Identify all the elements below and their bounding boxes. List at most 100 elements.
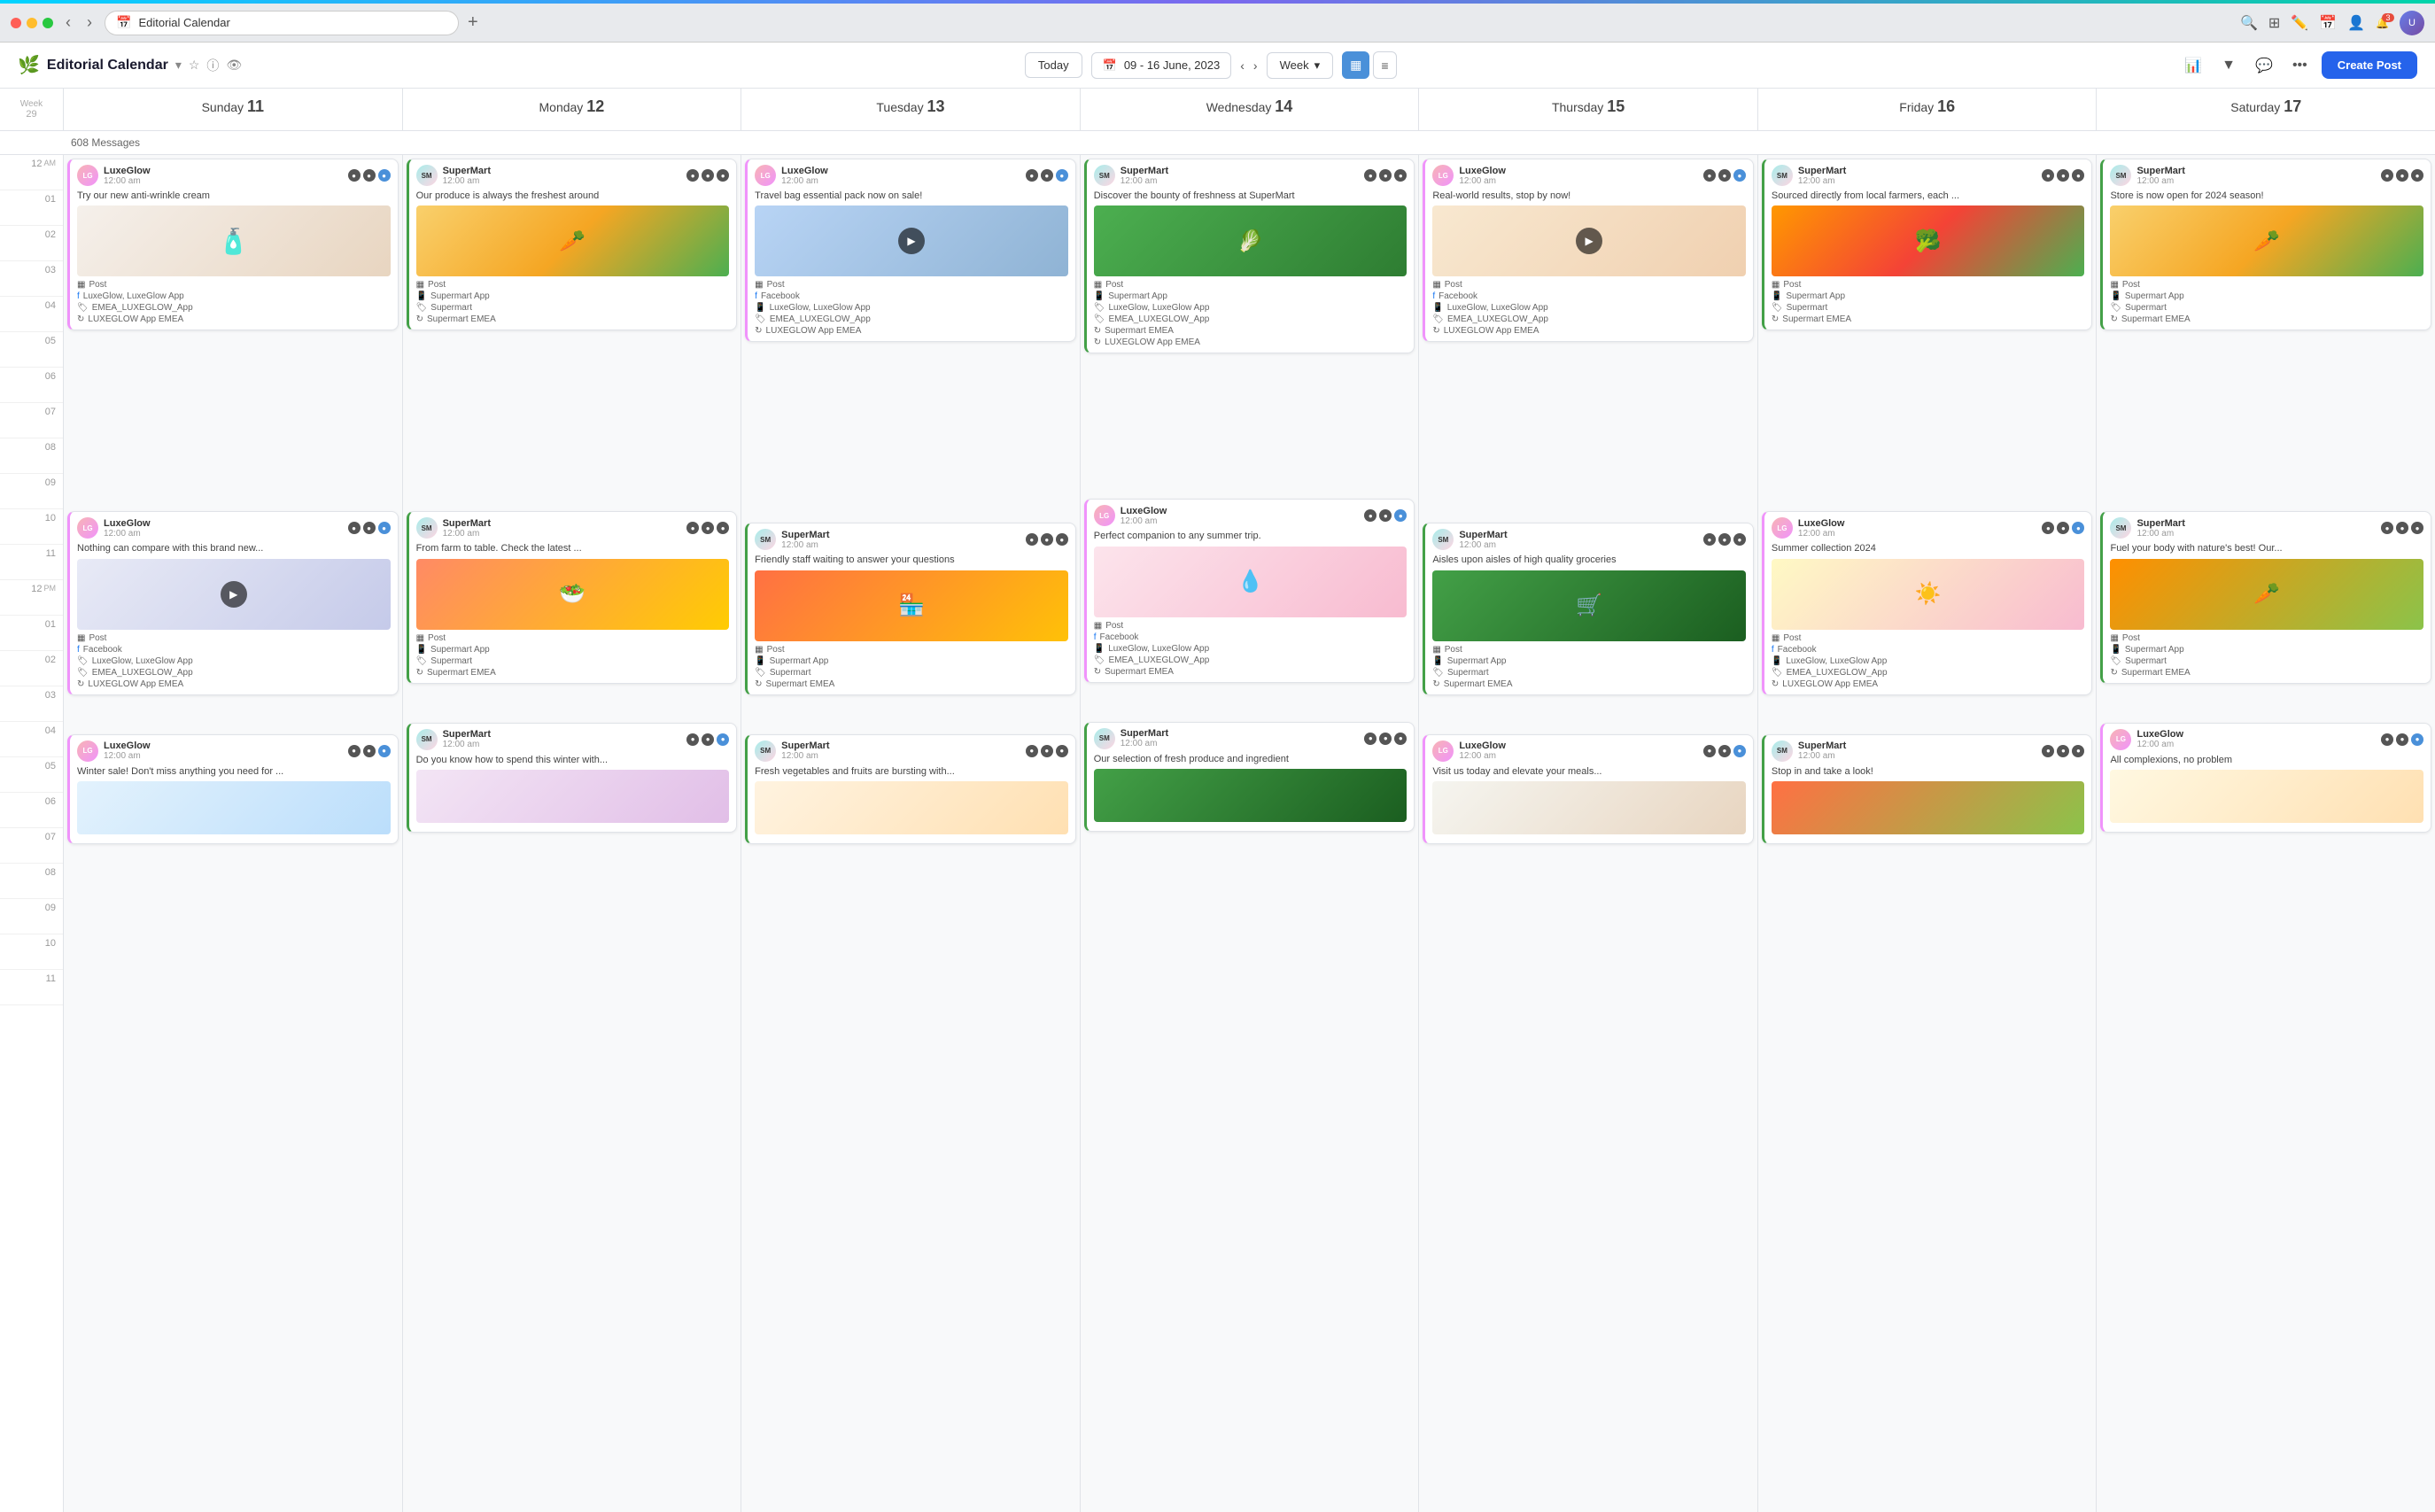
time-01am: 01 xyxy=(0,190,63,226)
new-tab-button[interactable]: + xyxy=(468,12,478,33)
brand-avatar: LG xyxy=(755,165,776,186)
browser-calendar-icon[interactable]: 📅 xyxy=(2319,14,2337,32)
maximize-dot[interactable] xyxy=(43,18,53,28)
filter-icon-button[interactable]: ▼ xyxy=(2216,52,2241,79)
brand-avatar: LG xyxy=(2110,729,2131,750)
day-header-friday: Friday 16 xyxy=(1758,89,2098,130)
browser-grid-icon[interactable]: ⊞ xyxy=(2268,14,2280,32)
today-button[interactable]: Today xyxy=(1025,52,1082,78)
post-action-icons: ● ● ● xyxy=(348,522,391,534)
tuesday-column: LG LuxeGlow 12:00 am ● ● ● Travel b xyxy=(741,155,1081,1512)
calendar-body[interactable]: 12 AM 01 02 03 04 05 06 07 08 09 10 11 1… xyxy=(0,155,2435,1512)
chart-icon-button[interactable]: 📊 xyxy=(2179,51,2207,80)
calendar-wrapper: Week 29 Sunday 11 Monday 12 Tuesday 13 W… xyxy=(0,89,2435,1512)
monday-column: SM SuperMart 12:00 am ● ● ● Our pro xyxy=(403,155,742,1512)
post-action-icons: ● ● ● xyxy=(1026,533,1068,546)
create-post-button[interactable]: Create Post xyxy=(2322,51,2417,79)
time-10pm: 10 xyxy=(0,934,63,970)
more-options-button[interactable]: ••• xyxy=(2287,52,2313,79)
post-meta: ▦ Post 📱 Supermart App 🏷 LuxeGlow, LuxeG… xyxy=(1094,280,1407,347)
post-meta: ▦ Post 📱 Supermart App 🏷 Supermart ↻ Sup… xyxy=(416,633,730,678)
post-card[interactable]: SM SuperMart 12:00 am ● ● ● Sourced xyxy=(1762,159,2093,330)
app-title: Editorial Calendar xyxy=(47,58,168,74)
post-card[interactable]: SM SuperMart 12:00 am ● ● ● Fuel yo xyxy=(2100,511,2431,683)
post-card[interactable]: LG LuxeGlow 12:00 am ● ● ● Perfect xyxy=(1084,499,1415,682)
post-action-icons: ● ● ● xyxy=(1703,169,1746,182)
brand-avatar: SM xyxy=(755,740,776,762)
post-card[interactable]: SM SuperMart 12:00 am ● ● ● Stop in xyxy=(1762,734,2093,844)
post-text: Fuel your body with nature's best! Our..… xyxy=(2110,542,2423,554)
prev-week-button[interactable]: ‹ xyxy=(1240,58,1245,73)
post-time: 12:00 am xyxy=(1798,751,1846,761)
post-image: 🥗 xyxy=(416,559,730,630)
friday-column: SM SuperMart 12:00 am ● ● ● Sourced xyxy=(1758,155,2098,1512)
post-card[interactable]: SM SuperMart 12:00 am ● ● ● Do you xyxy=(407,723,738,833)
post-card[interactable]: LG LuxeGlow 12:00 am ● ● ● Winter s xyxy=(67,734,399,844)
post-time: 12:00 am xyxy=(2136,740,2183,749)
day-header-thursday: Thursday 15 xyxy=(1419,89,1758,130)
forward-button[interactable]: › xyxy=(83,13,96,32)
list-view-button[interactable]: ≡ xyxy=(1373,51,1396,79)
time-04pm: 04 xyxy=(0,722,63,757)
post-image: 🏪 xyxy=(755,570,1068,641)
back-button[interactable]: ‹ xyxy=(62,13,74,32)
header-right: 📊 ▼ 💬 ••• Create Post xyxy=(2179,51,2417,80)
info-icon[interactable]: ⓘ xyxy=(206,57,219,74)
post-action-icons: ● ● ● xyxy=(686,522,729,534)
post-card[interactable]: LG LuxeGlow 12:00 am ● ● ● Summer c xyxy=(1762,511,2093,694)
next-week-button[interactable]: › xyxy=(1253,58,1258,73)
time-02am: 02 xyxy=(0,226,63,261)
browser-search-icon[interactable]: 🔍 xyxy=(2240,14,2258,32)
brand-avatar: SM xyxy=(416,165,438,186)
chat-icon-button[interactable]: 💬 xyxy=(2250,51,2278,80)
browser-edit-icon[interactable]: ✏️ xyxy=(2291,14,2308,32)
date-range[interactable]: 📅 09 - 16 June, 2023 xyxy=(1091,52,1232,79)
week-view-selector[interactable]: Week ▾ xyxy=(1267,52,1334,79)
dropdown-icon[interactable]: ▾ xyxy=(175,58,182,73)
post-card[interactable]: SM SuperMart 12:00 am ● ● ● Friendl xyxy=(745,523,1076,694)
post-card[interactable]: SM SuperMart 12:00 am ● ● ● Aisles xyxy=(1423,523,1754,694)
post-card[interactable]: LG LuxeGlow 12:00 am ● ● ● Visit us xyxy=(1423,734,1754,844)
browser-user-icon[interactable]: 👤 xyxy=(2347,14,2365,32)
post-card[interactable]: LG LuxeGlow 12:00 am ● ● ● Real-wor xyxy=(1423,159,1754,342)
play-button[interactable]: ▶ xyxy=(221,581,247,608)
grid-view-button[interactable]: ▦ xyxy=(1342,51,1369,79)
post-meta: ▦ Post f LuxeGlow, LuxeGlow App 🏷 EMEA_L… xyxy=(77,280,391,324)
post-meta: ▦ Post 📱 Supermart App 🏷 Supermart ↻ Sup… xyxy=(1772,280,2085,324)
empty-slot xyxy=(1758,697,2097,733)
post-card[interactable]: SM SuperMart 12:00 am ● ● ● Fresh v xyxy=(745,734,1076,844)
post-card[interactable]: LG LuxeGlow 12:00 am ● ● ● Travel b xyxy=(745,159,1076,342)
close-dot[interactable] xyxy=(11,18,21,28)
post-time: 12:00 am xyxy=(1459,176,1506,186)
minimize-dot[interactable] xyxy=(27,18,37,28)
browser-toolbar: 🔍 ⊞ ✏️ 📅 👤 🔔3 U xyxy=(2240,11,2424,35)
post-card[interactable]: SM SuperMart 12:00 am ● ● ● Our sel xyxy=(1084,722,1415,832)
brand-name: SuperMart xyxy=(2136,518,2184,529)
post-card[interactable]: SM SuperMart 12:00 am ● ● ● Our pro xyxy=(407,159,738,330)
time-07pm: 07 xyxy=(0,828,63,864)
play-button[interactable]: ▶ xyxy=(1576,228,1602,254)
star-icon[interactable]: ☆ xyxy=(189,58,200,73)
empty-slot xyxy=(1081,685,1419,720)
brand-name: LuxeGlow xyxy=(1798,518,1845,529)
post-card[interactable]: SM SuperMart 12:00 am ● ● ● From fa xyxy=(407,511,738,683)
post-text: Our produce is always the freshest aroun… xyxy=(416,190,730,202)
post-card[interactable]: LG LuxeGlow 12:00 am ● ● ● All comp xyxy=(2100,723,2431,833)
post-card[interactable]: SM SuperMart 12:00 am ● ● ● Discove xyxy=(1084,159,1415,353)
post-image: 🥕 xyxy=(2110,205,2423,276)
user-avatar[interactable]: U xyxy=(2400,11,2424,35)
url-bar[interactable]: 📅 Editorial Calendar xyxy=(105,11,459,35)
time-09am: 09 xyxy=(0,474,63,509)
post-text: From farm to table. Check the latest ... xyxy=(416,542,730,554)
brand-avatar: SM xyxy=(416,729,438,750)
post-action-icons: ● ● ● xyxy=(348,745,391,757)
post-card[interactable]: SM SuperMart 12:00 am ● ● ● Store i xyxy=(2100,159,2431,330)
notification-badge[interactable]: 🔔3 xyxy=(2376,17,2389,29)
eye-icon[interactable]: 👁 xyxy=(226,58,242,73)
post-card[interactable]: LG LuxeGlow 12:00 am ● ● ● Try our xyxy=(67,159,399,330)
post-card[interactable]: LG LuxeGlow 12:00 am ● ● ● Nothing xyxy=(67,511,399,694)
play-button[interactable]: ▶ xyxy=(898,228,925,254)
post-image: ▶ xyxy=(1432,205,1746,276)
empty-slot xyxy=(741,344,1080,521)
empty-slot xyxy=(741,697,1080,733)
